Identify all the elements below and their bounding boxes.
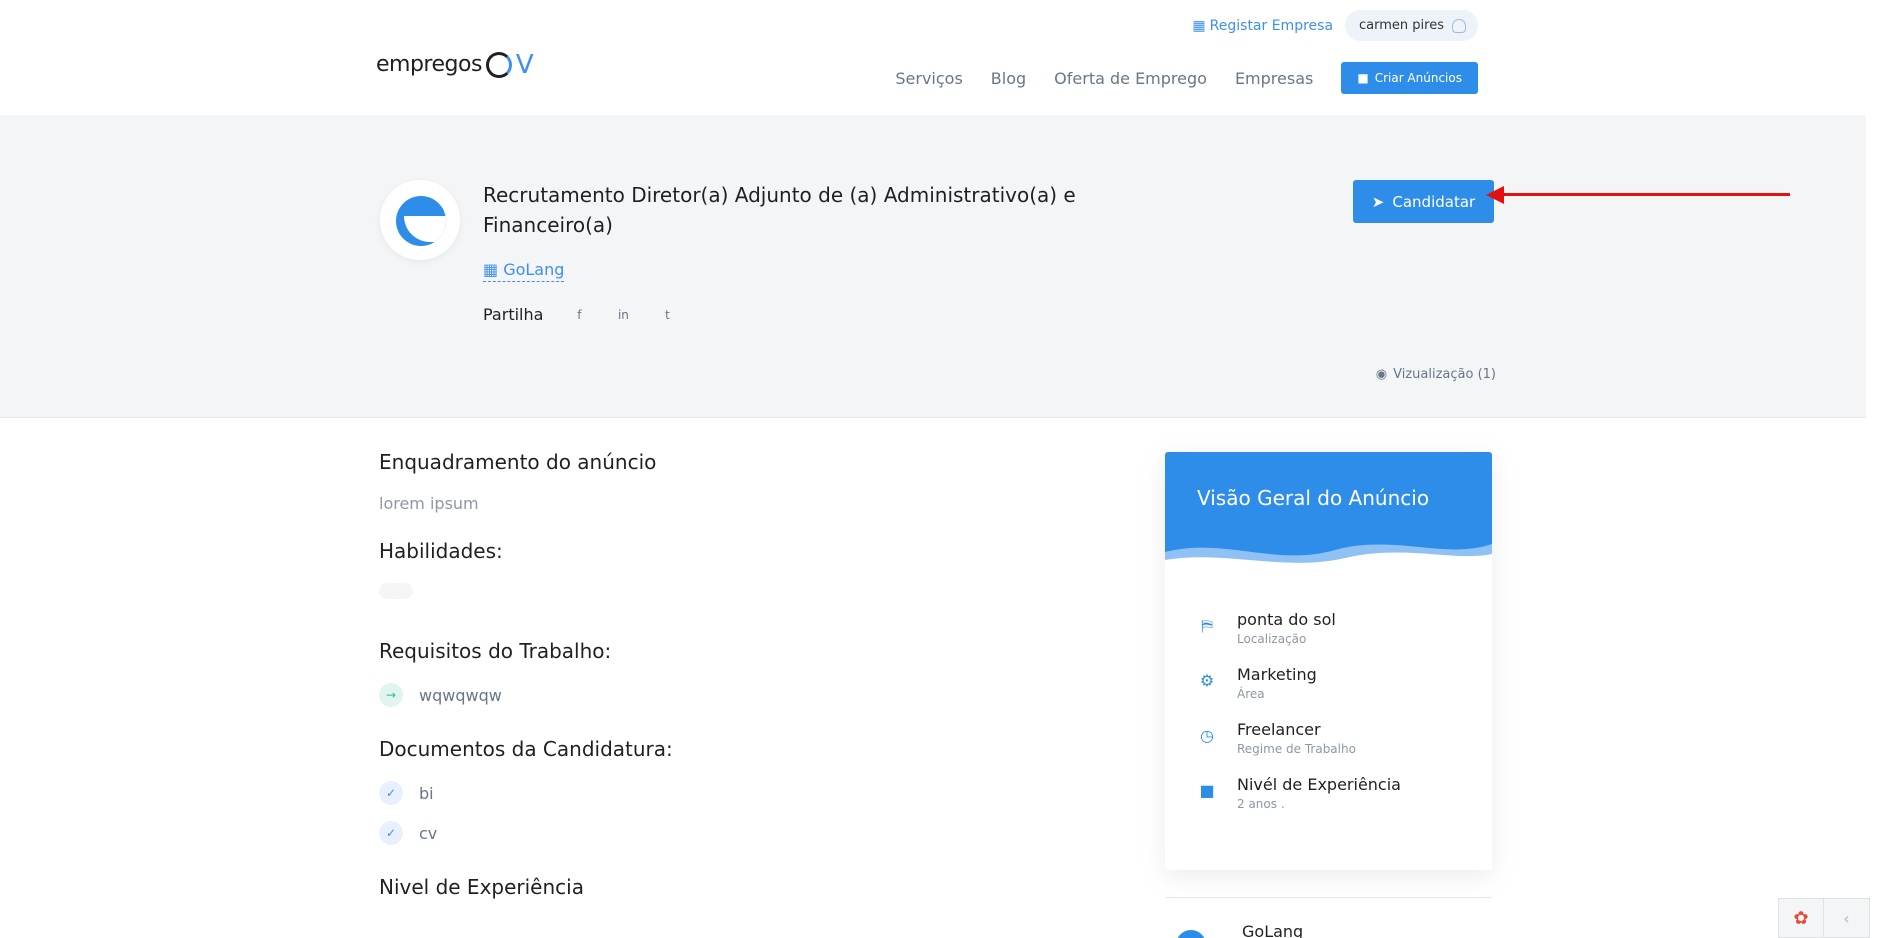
map-icon: ⛿ <box>1201 616 1213 635</box>
overview-item-regime: ◷ Freelancer Regime de Trabalho <box>1197 720 1492 756</box>
create-ad-label: Criar Anúncios <box>1374 71 1462 85</box>
requirement-item: → wqwqwqw <box>379 683 1079 707</box>
arrow-right-icon: → <box>379 683 403 707</box>
chevron-left-icon[interactable]: ‹ <box>1823 899 1869 937</box>
register-company-link[interactable]: ▦ Registar Empresa <box>1192 18 1333 34</box>
send-icon: ➤ <box>1371 192 1385 211</box>
company-logo <box>380 180 460 260</box>
views-count: ◉ Vizualização (1) <box>1376 367 1496 382</box>
habilidades-heading: Habilidades: <box>379 539 503 563</box>
enquadramento-text: lorem ipsum <box>379 494 479 513</box>
overview-item-location: ⛿ ponta do sol Localização <box>1197 610 1492 646</box>
overview-card: Visão Geral do Anúncio ⛿ ponta do sol Loc… <box>1165 452 1492 870</box>
nav-oferta-emprego[interactable]: Oferta de Emprego <box>1054 69 1207 88</box>
overview-item-area: ⚙ Marketing Área <box>1197 665 1492 701</box>
overview-item-experience: ■ Nivél de Experiência 2 anos . <box>1197 775 1492 811</box>
requisitos-heading: Requisitos do Trabalho: <box>379 639 612 663</box>
company-avatar <box>1176 930 1206 938</box>
building-icon: ▦ <box>1192 17 1206 34</box>
nivel-heading: Nivel de Experiência <box>379 875 584 899</box>
overview-items: ⛿ ponta do sol Localização ⚙ Marketing Áre… <box>1165 570 1492 811</box>
area-label: Área <box>1237 687 1265 701</box>
area-value: Marketing <box>1237 665 1317 684</box>
overview-card-header: Visão Geral do Anúncio <box>1165 452 1492 572</box>
yii-logo-icon[interactable]: ✿ <box>1779 908 1823 929</box>
document-text: cv <box>419 823 438 843</box>
logo-text: empregos <box>376 52 482 77</box>
experience-value: Nivél de Experiência <box>1237 775 1401 794</box>
location-label: Localização <box>1237 632 1307 646</box>
wave-decoration <box>1165 544 1492 572</box>
briefcase-icon: ■ <box>1199 781 1215 800</box>
skills-placeholder <box>379 583 413 599</box>
job-hero <box>0 115 1866 418</box>
apply-label: Candidatar <box>1392 192 1476 211</box>
create-ad-button[interactable]: ■ Criar Anúncios <box>1341 62 1478 94</box>
nav-servicos[interactable]: Serviços <box>895 69 962 88</box>
user-menu[interactable]: carmen pires <box>1345 10 1478 41</box>
register-company-label: Registar Empresa <box>1209 17 1334 34</box>
requirement-text: wqwqwqw <box>419 685 502 705</box>
annotation-arrow <box>1500 193 1790 196</box>
company-logo-mark <box>396 196 446 246</box>
enquadramento-heading: Enquadramento do anúncio <box>379 450 657 474</box>
clock-icon: ◷ <box>1200 726 1214 745</box>
briefcase-icon: ■ <box>1357 71 1369 85</box>
overview-title: Visão Geral do Anúncio <box>1197 486 1430 510</box>
magnifier-icon <box>485 52 512 78</box>
document-text: bi <box>419 783 434 803</box>
regime-value: Freelancer <box>1237 720 1321 739</box>
location-value: ponta do sol <box>1237 610 1336 629</box>
nav-blog[interactable]: Blog <box>991 69 1026 88</box>
share-row: Partilha f in t <box>483 305 675 324</box>
site-header: empregos V ▦ Registar Empresa carmen pire… <box>0 0 1866 115</box>
company-name: GoLang <box>503 260 565 279</box>
share-label: Partilha <box>483 305 544 324</box>
eye-icon: ◉ <box>1375 367 1388 382</box>
views-label: Vizualização (1) <box>1393 367 1496 382</box>
documentos-heading: Documentos da Candidatura: <box>379 737 673 761</box>
apply-button[interactable]: ➤ Candidatar <box>1353 180 1494 223</box>
document-item: ✓ cv <box>379 821 1079 845</box>
facebook-icon[interactable]: f <box>571 308 587 322</box>
logo-suffix: V <box>515 50 534 80</box>
site-logo[interactable]: empregos V <box>376 50 534 80</box>
sidebar-company-name[interactable]: GoLang <box>1242 922 1303 938</box>
experience-label: 2 anos . <box>1237 797 1285 811</box>
job-title: Recrutamento Diretor(a) Adjunto de (a) A… <box>483 183 1076 237</box>
nav-empresas[interactable]: Empresas <box>1235 69 1313 88</box>
job-details: Enquadramento do anúncio lorem ipsum Hab… <box>379 450 1079 919</box>
debug-toolbar[interactable]: ✿ ‹ <box>1778 898 1870 938</box>
regime-label: Regime de Trabalho <box>1237 742 1356 756</box>
sidebar-divider <box>1165 897 1492 898</box>
company-link[interactable]: ▦ GoLang <box>483 260 565 282</box>
gears-icon: ⚙ <box>1199 671 1215 690</box>
document-item: ✓ bi <box>379 781 1079 805</box>
check-icon: ✓ <box>379 821 403 845</box>
top-links: ▦ Registar Empresa carmen pires <box>1192 10 1478 41</box>
building-icon: ▦ <box>483 260 504 279</box>
linkedin-icon[interactable]: in <box>615 308 631 322</box>
main-nav: Serviços Blog Oferta de Emprego Empresas… <box>895 62 1478 94</box>
user-name: carmen pires <box>1359 18 1444 33</box>
check-icon: ✓ <box>379 781 403 805</box>
twitter-icon[interactable]: t <box>659 308 675 322</box>
user-icon <box>1452 18 1466 33</box>
